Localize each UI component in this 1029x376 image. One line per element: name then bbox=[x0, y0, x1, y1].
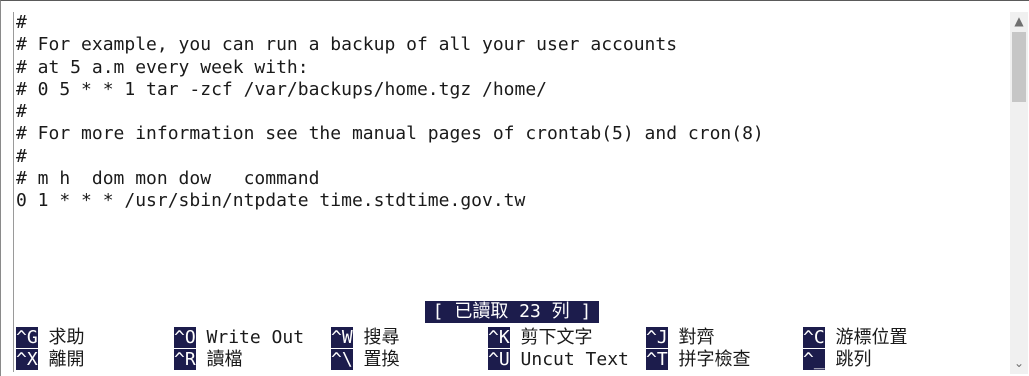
shortcut-key: ^K bbox=[488, 327, 510, 348]
shortcut-spell-check[interactable]: ^T 拼字檢查 bbox=[646, 349, 751, 371]
editor-line[interactable]: # For example, you can run a backup of a… bbox=[16, 34, 1008, 56]
shortcut-label: Uncut Text bbox=[509, 349, 629, 370]
shortcut-row-2: ^X 離開 ^R 讀檔 ^\ 置換 ^U Uncut Text ^T 拼字檢查 … bbox=[16, 349, 1008, 371]
shortcut-replace[interactable]: ^\ 置換 bbox=[331, 349, 400, 371]
vertical-scrollbar[interactable]: ▲ ⌄ bbox=[1010, 12, 1028, 374]
status-message: [ 已讀取 23 列 ] bbox=[424, 301, 600, 323]
shortcut-key: ^W bbox=[331, 327, 353, 348]
editor-line[interactable]: # 0 5 * * 1 tar -zcf /var/backups/home.t… bbox=[16, 79, 1008, 101]
shortcut-help[interactable]: ^G 求助 bbox=[16, 327, 85, 349]
shortcut-key: ^_ bbox=[803, 349, 825, 370]
shortcut-label: 求助 bbox=[37, 327, 85, 348]
shortcut-search[interactable]: ^W 搜尋 bbox=[331, 327, 400, 349]
shortcut-write-out[interactable]: ^O Write Out bbox=[174, 327, 304, 349]
shortcut-key: ^C bbox=[803, 327, 825, 348]
shortcut-justify[interactable]: ^J 對齊 bbox=[646, 327, 715, 349]
editor-line[interactable]: 0 1 * * * /usr/sbin/ntpdate time.stdtime… bbox=[16, 190, 1008, 212]
shortcut-label: Write Out bbox=[195, 327, 305, 348]
editor-text-area[interactable]: # # For example, you can run a backup of… bbox=[16, 12, 1008, 213]
chevron-down-icon[interactable]: ⌄ bbox=[1010, 354, 1028, 372]
chevron-up-icon[interactable]: ▲ bbox=[1010, 12, 1028, 30]
shortcut-read-file[interactable]: ^R 讀檔 bbox=[174, 349, 243, 371]
shortcut-key: ^\ bbox=[331, 349, 353, 370]
shortcut-key: ^R bbox=[174, 349, 196, 370]
editor-line[interactable]: # at 5 a.m every week with: bbox=[16, 57, 1008, 79]
shortcut-label: 拼字檢查 bbox=[667, 349, 751, 370]
shortcut-label: 剪下文字 bbox=[509, 327, 593, 348]
window-divider bbox=[13, 12, 14, 372]
shortcut-key: ^G bbox=[16, 327, 38, 348]
shortcut-label: 跳列 bbox=[824, 349, 872, 370]
editor-line[interactable]: # bbox=[16, 12, 1008, 34]
shortcut-exit[interactable]: ^X 離開 bbox=[16, 349, 85, 371]
shortcut-label: 離開 bbox=[37, 349, 85, 370]
shortcut-label: 置換 bbox=[352, 349, 400, 370]
shortcut-uncut-text[interactable]: ^U Uncut Text bbox=[488, 349, 629, 371]
editor-line[interactable]: # m h dom mon dow command bbox=[16, 168, 1008, 190]
shortcut-label: 對齊 bbox=[667, 327, 715, 348]
editor-line[interactable]: # For more information see the manual pa… bbox=[16, 123, 1008, 145]
editor-line[interactable]: # bbox=[16, 101, 1008, 123]
shortcut-key: ^U bbox=[488, 349, 510, 370]
shortcut-row-1: ^G 求助 ^O Write Out ^W 搜尋 ^K 剪下文字 ^J 對齊 ^… bbox=[16, 327, 1008, 349]
shortcut-key: ^O bbox=[174, 327, 196, 348]
shortcut-cut-text[interactable]: ^K 剪下文字 bbox=[488, 327, 593, 349]
shortcut-label: 游標位置 bbox=[824, 327, 908, 348]
shortcut-key: ^T bbox=[646, 349, 668, 370]
shortcut-label: 讀檔 bbox=[195, 349, 243, 370]
shortcut-key: ^J bbox=[646, 327, 668, 348]
status-bar: [ 已讀取 23 列 ] bbox=[16, 301, 1008, 323]
editor-line[interactable]: # bbox=[16, 146, 1008, 168]
shortcut-label: 搜尋 bbox=[352, 327, 400, 348]
shortcut-cursor-pos[interactable]: ^C 游標位置 bbox=[803, 327, 908, 349]
scrollbar-thumb[interactable] bbox=[1012, 32, 1026, 102]
nano-editor[interactable]: # # For example, you can run a backup of… bbox=[16, 12, 1008, 374]
shortcut-go-to-line[interactable]: ^_ 跳列 bbox=[803, 349, 872, 371]
shortcut-key: ^X bbox=[16, 349, 38, 370]
